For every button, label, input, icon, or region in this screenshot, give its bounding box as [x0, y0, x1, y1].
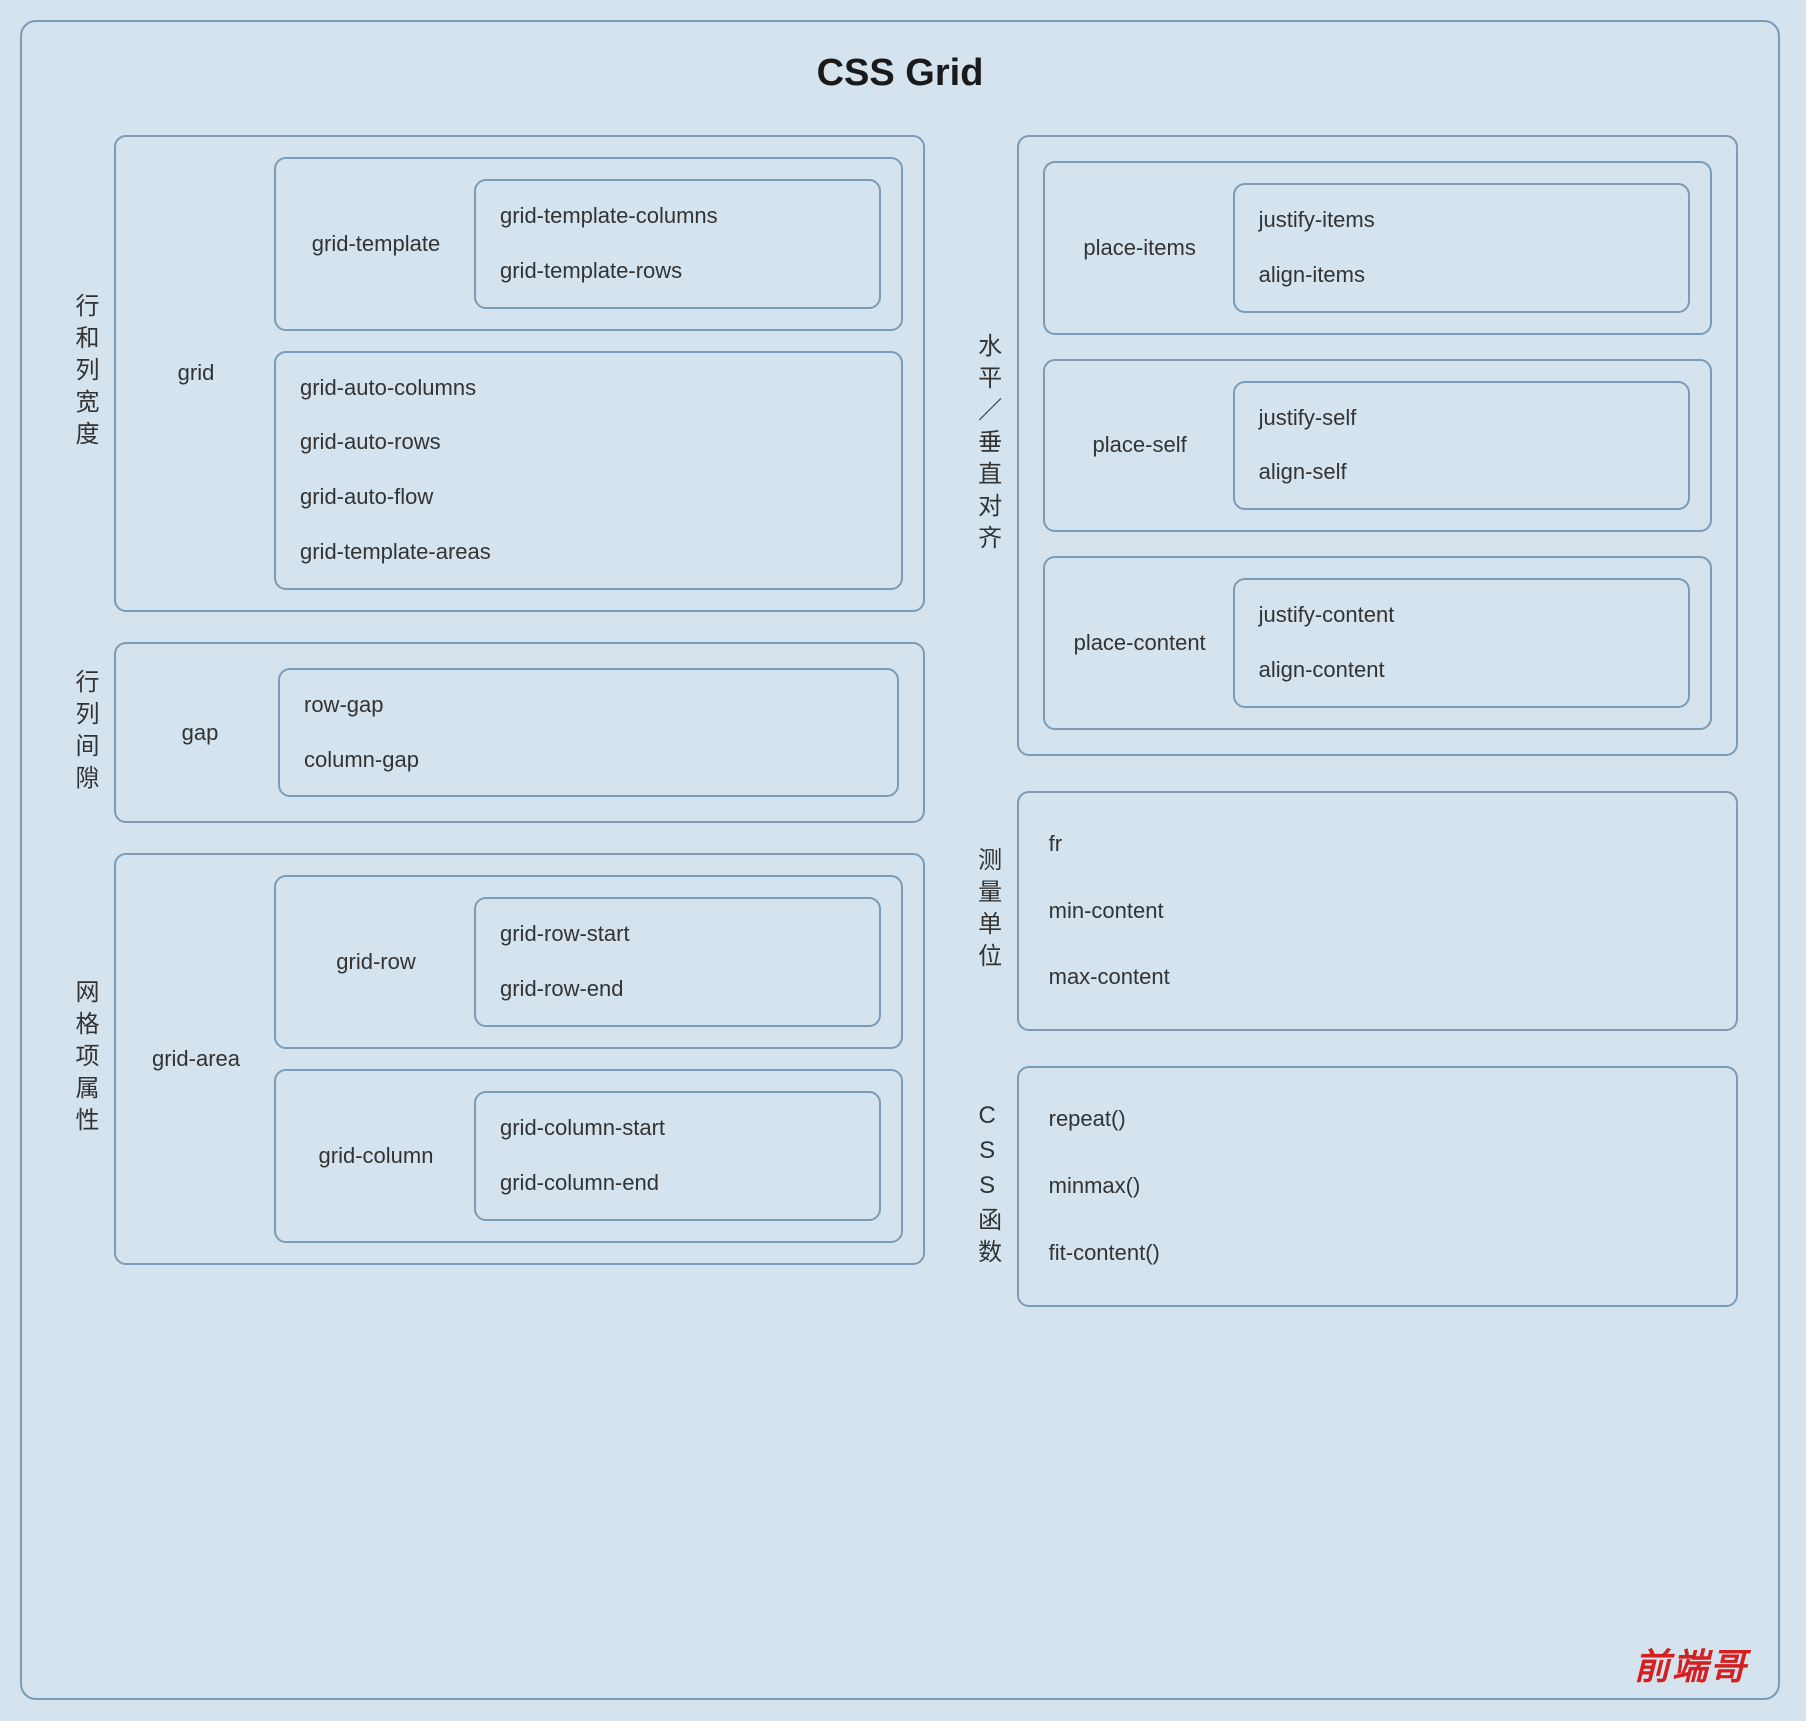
content-area: 行和列宽度 grid grid-template grid-template-c… — [62, 135, 1738, 1307]
prop-align-self: align-self — [1259, 457, 1664, 488]
prop-grid-row-end: grid-row-end — [500, 974, 855, 1005]
grid-column-box: grid-column grid-column-start grid-colum… — [274, 1069, 903, 1243]
section-alignment: 水平／垂直对齐 place-items justify-items align-… — [965, 135, 1738, 756]
section-label: 行和列宽度 — [62, 293, 102, 453]
section-row-col-width: 行和列宽度 grid grid-template grid-template-c… — [62, 135, 925, 612]
fn-minmax: minmax() — [1049, 1171, 1706, 1202]
prop-grid-column-end: grid-column-end — [500, 1168, 855, 1199]
prop-grid-column-start: grid-column-start — [500, 1113, 855, 1144]
section-label: 行列间隙 — [62, 669, 102, 797]
gap-items: row-gap column-gap — [278, 668, 899, 798]
prop-grid-auto-flow: grid-auto-flow — [300, 482, 877, 513]
gap-box: gap row-gap column-gap — [114, 642, 925, 824]
left-column: 行和列宽度 grid grid-template grid-template-c… — [62, 135, 925, 1307]
grid-label: grid — [136, 360, 256, 386]
prop-grid-template-areas: grid-template-areas — [300, 537, 877, 568]
grid-box: grid grid-template grid-template-columns… — [114, 135, 925, 612]
place-items-box: place-items justify-items align-items — [1043, 161, 1712, 335]
grid-row-box: grid-row grid-row-start grid-row-end — [274, 875, 903, 1049]
place-self-label: place-self — [1065, 432, 1215, 458]
fn-fit-content: fit-content() — [1049, 1238, 1706, 1269]
prop-column-gap: column-gap — [304, 745, 873, 776]
grid-area-inner-stack: grid-row grid-row-start grid-row-end gri… — [274, 875, 903, 1242]
fn-repeat: repeat() — [1049, 1104, 1706, 1135]
section-label: 水平／垂直对齐 — [965, 333, 1005, 557]
right-column: 水平／垂直对齐 place-items justify-items align-… — [965, 135, 1738, 1307]
place-items-label: place-items — [1065, 235, 1215, 261]
prop-row-gap: row-gap — [304, 690, 873, 721]
grid-template-box: grid-template grid-template-columns grid… — [274, 157, 903, 331]
grid-column-items: grid-column-start grid-column-end — [474, 1091, 881, 1221]
place-self-items: justify-self align-self — [1233, 381, 1690, 511]
unit-min-content: min-content — [1049, 896, 1706, 927]
functions-box: repeat() minmax() fit-content() — [1017, 1066, 1738, 1306]
section-grid-item: 网格项属性 grid-area grid-row grid-row-start … — [62, 853, 925, 1264]
prop-grid-auto-rows: grid-auto-rows — [300, 427, 877, 458]
prop-grid-template-columns: grid-template-columns — [500, 201, 855, 232]
prop-grid-template-rows: grid-template-rows — [500, 256, 855, 287]
alignment-box: place-items justify-items align-items pl… — [1017, 135, 1738, 756]
section-units: 测量单位 fr min-content max-content — [965, 791, 1738, 1031]
prop-justify-self: justify-self — [1259, 403, 1664, 434]
unit-max-content: max-content — [1049, 962, 1706, 993]
section-label: 测量单位 — [965, 847, 1005, 975]
place-items-items: justify-items align-items — [1233, 183, 1690, 313]
unit-fr: fr — [1049, 829, 1706, 860]
place-content-label: place-content — [1065, 630, 1215, 656]
grid-area-box: grid-area grid-row grid-row-start grid-r… — [114, 853, 925, 1264]
section-functions: CSS函数 repeat() minmax() fit-content() — [965, 1066, 1738, 1306]
grid-template-items: grid-template-columns grid-template-rows — [474, 179, 881, 309]
prop-justify-items: justify-items — [1259, 205, 1664, 236]
watermark: 前端哥 — [1634, 1638, 1748, 1690]
place-content-box: place-content justify-content align-cont… — [1043, 556, 1712, 730]
section-label: 网格项属性 — [62, 979, 102, 1139]
grid-row-label: grid-row — [296, 949, 456, 975]
prop-align-items: align-items — [1259, 260, 1664, 291]
diagram-container: CSS Grid 行和列宽度 grid grid-template grid-t… — [20, 20, 1780, 1700]
section-label: CSS函数 — [965, 1102, 1005, 1271]
prop-grid-row-start: grid-row-start — [500, 919, 855, 950]
place-content-items: justify-content align-content — [1233, 578, 1690, 708]
grid-column-label: grid-column — [296, 1143, 456, 1169]
prop-justify-content: justify-content — [1259, 600, 1664, 631]
grid-inner-stack: grid-template grid-template-columns grid… — [274, 157, 903, 590]
gap-label: gap — [140, 720, 260, 746]
grid-area-label: grid-area — [136, 1046, 256, 1072]
place-self-box: place-self justify-self align-self — [1043, 359, 1712, 533]
diagram-title: CSS Grid — [62, 52, 1738, 95]
prop-align-content: align-content — [1259, 655, 1664, 686]
grid-auto-box: grid-auto-columns grid-auto-rows grid-au… — [274, 351, 903, 590]
section-row-col-gap: 行列间隙 gap row-gap column-gap — [62, 642, 925, 824]
grid-row-items: grid-row-start grid-row-end — [474, 897, 881, 1027]
grid-template-label: grid-template — [296, 231, 456, 257]
prop-grid-auto-columns: grid-auto-columns — [300, 373, 877, 404]
units-box: fr min-content max-content — [1017, 791, 1738, 1031]
